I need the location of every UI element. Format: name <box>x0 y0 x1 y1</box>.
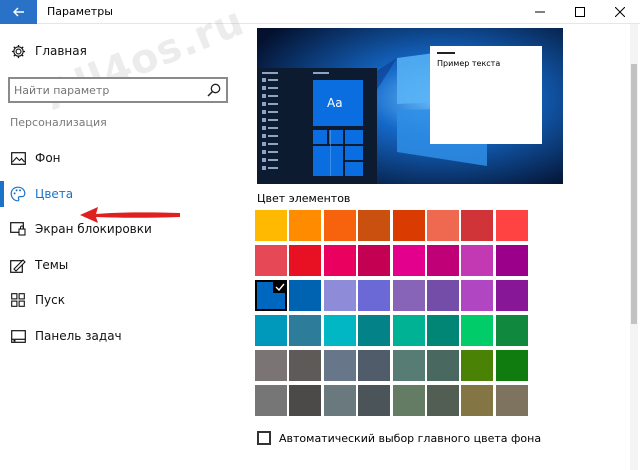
tile-label: Aa <box>327 96 343 110</box>
sample-text: Пример текста <box>437 59 501 68</box>
color-swatch[interactable] <box>427 245 459 276</box>
back-arrow-icon <box>12 7 24 17</box>
search-input[interactable] <box>10 79 200 101</box>
sidebar: All4os.ru Главная Персонализация <box>0 0 251 470</box>
color-swatch[interactable] <box>255 245 287 276</box>
taskbar-icon <box>10 328 26 344</box>
color-swatch[interactable] <box>324 350 356 381</box>
color-swatch[interactable] <box>496 350 528 381</box>
color-swatch[interactable] <box>289 210 321 241</box>
color-swatch[interactable] <box>496 210 528 241</box>
color-swatch[interactable] <box>324 210 356 241</box>
color-swatch[interactable] <box>324 280 356 311</box>
sidebar-item-label: Пуск <box>35 293 65 307</box>
color-swatch[interactable] <box>393 315 425 346</box>
color-swatch[interactable] <box>393 280 425 311</box>
active-indicator <box>0 181 4 207</box>
auto-color-checkbox[interactable] <box>257 431 271 445</box>
color-swatch[interactable] <box>427 210 459 241</box>
color-swatch[interactable] <box>496 315 528 346</box>
color-swatch[interactable] <box>461 280 493 311</box>
color-swatch[interactable] <box>496 245 528 276</box>
sidebar-item-start[interactable]: Пуск <box>0 285 237 315</box>
auto-color-option[interactable]: Автоматический выбор главного цвета фона <box>257 430 541 446</box>
theme-preview: Aa Пример текста <box>257 28 563 184</box>
color-swatch[interactable] <box>358 350 390 381</box>
sample-window-preview: Пример текста <box>430 46 542 144</box>
search-box[interactable] <box>8 77 228 103</box>
color-swatch[interactable] <box>496 385 528 416</box>
color-swatch[interactable] <box>461 315 493 346</box>
color-swatch[interactable] <box>289 385 321 416</box>
color-swatch[interactable] <box>358 210 390 241</box>
sidebar-item-label: Главная <box>35 44 87 58</box>
color-swatch[interactable] <box>427 350 459 381</box>
auto-color-label: Автоматический выбор главного цвета фона <box>279 431 542 445</box>
color-swatch[interactable] <box>289 280 321 311</box>
color-swatch[interactable] <box>461 385 493 416</box>
palette-icon <box>10 186 26 202</box>
start-menu-preview: Aa <box>257 68 377 184</box>
sidebar-item-label: Темы <box>35 258 69 272</box>
color-swatch[interactable] <box>255 280 287 311</box>
color-swatch[interactable] <box>324 315 356 346</box>
color-swatch[interactable] <box>427 385 459 416</box>
sidebar-item-themes[interactable]: Темы <box>0 250 237 280</box>
image-icon <box>10 150 26 166</box>
sidebar-item-taskbar[interactable]: Панель задач <box>0 321 237 351</box>
color-swatch[interactable] <box>393 350 425 381</box>
color-swatch[interactable] <box>289 245 321 276</box>
color-swatch[interactable] <box>461 210 493 241</box>
color-swatch[interactable] <box>427 280 459 311</box>
start-icon <box>10 292 26 308</box>
color-swatch[interactable] <box>324 245 356 276</box>
scrollbar-thumb[interactable] <box>631 64 637 324</box>
color-swatch[interactable] <box>393 385 425 416</box>
minimize-icon <box>535 11 545 13</box>
color-swatch[interactable] <box>358 315 390 346</box>
sidebar-item-home[interactable]: Главная <box>0 36 237 66</box>
color-swatch[interactable] <box>255 315 287 346</box>
lock-screen-icon <box>10 221 26 237</box>
back-button[interactable] <box>0 0 37 24</box>
red-arrow-annotation <box>80 207 180 223</box>
sidebar-item-background[interactable]: Фон <box>0 143 237 173</box>
color-swatch[interactable] <box>496 280 528 311</box>
sidebar-item-label: Цвета <box>35 187 74 201</box>
search-icon[interactable] <box>206 82 222 98</box>
scrollbar[interactable] <box>630 24 638 470</box>
color-swatch[interactable] <box>461 350 493 381</box>
maximize-button[interactable] <box>560 0 600 24</box>
minimize-button[interactable] <box>520 0 560 24</box>
color-swatch[interactable] <box>324 385 356 416</box>
close-button[interactable] <box>600 0 640 24</box>
main-content: Aa Пример текста Цвет элементов Автомати… <box>237 24 627 470</box>
colors-section-title: Цвет элементов <box>257 192 351 205</box>
themes-icon <box>10 257 26 273</box>
color-swatch[interactable] <box>393 245 425 276</box>
close-icon <box>615 7 625 17</box>
color-swatch[interactable] <box>393 210 425 241</box>
color-swatch[interactable] <box>289 350 321 381</box>
sidebar-item-label: Фон <box>35 151 61 165</box>
color-swatch[interactable] <box>358 385 390 416</box>
window-title: Параметры <box>47 5 113 18</box>
sidebar-item-label: Панель задач <box>35 329 122 343</box>
checkmark-icon <box>273 280 287 293</box>
maximize-icon <box>575 7 585 17</box>
section-label: Персонализация <box>10 116 107 129</box>
sample-window-titlebar <box>437 52 455 54</box>
color-swatch[interactable] <box>461 245 493 276</box>
color-swatch[interactable] <box>427 315 459 346</box>
color-swatch[interactable] <box>255 210 287 241</box>
color-swatch[interactable] <box>255 385 287 416</box>
color-swatch[interactable] <box>289 315 321 346</box>
gear-icon <box>10 43 26 59</box>
color-swatch[interactable] <box>255 350 287 381</box>
color-swatch[interactable] <box>358 280 390 311</box>
color-swatch[interactable] <box>358 245 390 276</box>
title-bar: Параметры <box>0 0 640 24</box>
